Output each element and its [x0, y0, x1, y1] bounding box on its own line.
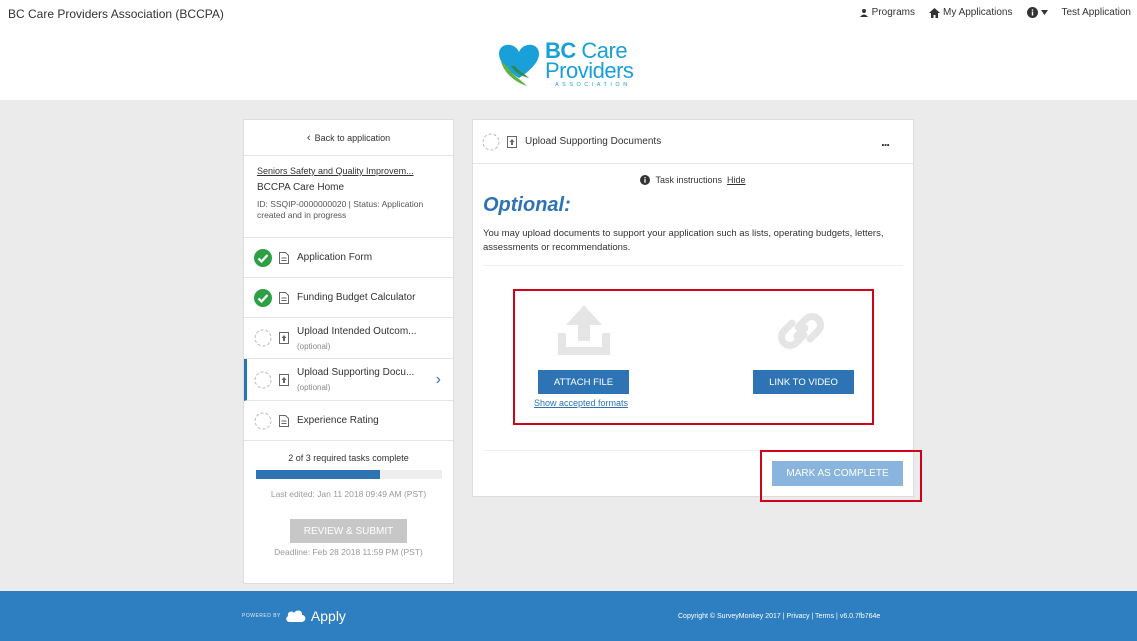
- powered-by-label: POWERED BY: [242, 613, 281, 619]
- upload-options-highlight: ATTACH FILE Show accepted formats LINK T…: [513, 289, 874, 425]
- application-info: Seniors Safety and Quality Improvem... B…: [244, 156, 453, 238]
- progress-area: 2 of 3 required tasks complete Last edit…: [244, 441, 453, 557]
- top-bar: BC Care Providers Association (BCCPA) Pr…: [0, 0, 1137, 100]
- task-label: Experience Rating: [297, 415, 379, 426]
- task-description: You may upload documents to support your…: [483, 228, 884, 253]
- task-application-form[interactable]: Application Form: [244, 238, 453, 278]
- task-upload-intended-outcomes[interactable]: Upload Intended Outcom... (optional): [244, 318, 453, 359]
- powered-by-apply[interactable]: POWERED BY Apply: [242, 608, 346, 624]
- document-icon: [279, 291, 289, 304]
- mark-as-complete-button[interactable]: MARK AS COMPLETE: [772, 461, 903, 486]
- account-link[interactable]: Test Application: [1062, 7, 1132, 18]
- info-icon: [1026, 7, 1038, 18]
- info-dropdown[interactable]: [1026, 7, 1048, 18]
- task-funding-budget-calculator[interactable]: Funding Budget Calculator: [244, 278, 453, 318]
- document-icon: [279, 414, 289, 427]
- heart-logo-icon: [499, 44, 539, 86]
- chevron-right-icon: ›: [435, 370, 441, 388]
- my-applications-label: My Applications: [943, 7, 1013, 18]
- progress-bar: [255, 470, 442, 479]
- task-experience-rating[interactable]: Experience Rating: [244, 401, 453, 441]
- more-options-icon[interactable]: ...: [881, 134, 890, 149]
- deadline: Deadline: Feb 28 2018 11:59 PM (PST): [274, 547, 423, 557]
- back-label: Back to application: [314, 132, 391, 143]
- progress-bar-fill: [255, 470, 380, 479]
- top-nav: Programs My Applications Test Applicatio…: [859, 7, 1131, 18]
- task-optional-label: (optional): [297, 341, 331, 351]
- upload-document-icon: [279, 332, 289, 344]
- footer: POWERED BY Apply Copyright © SurveyMonke…: [0, 591, 1137, 641]
- account-label: Test Application: [1061, 7, 1132, 18]
- program-link[interactable]: Seniors Safety and Quality Improvem...: [257, 166, 441, 176]
- task-label: Upload Intended Outcom...: [297, 325, 417, 337]
- task-instructions-label: Task instructions: [655, 175, 722, 185]
- progress-text: 2 of 3 required tasks complete: [288, 453, 409, 463]
- upload-document-icon: [279, 373, 289, 386]
- task-optional-label: (optional): [297, 383, 331, 392]
- document-icon: [279, 251, 289, 264]
- task-upload-supporting-documents[interactable]: Upload Supporting Docu... (optional) ›: [244, 359, 453, 401]
- show-accepted-formats-link[interactable]: Show accepted formats: [534, 398, 628, 408]
- task-sidebar: ‹ Back to application Seniors Safety and…: [243, 119, 454, 584]
- dashed-circle-icon: [254, 412, 272, 429]
- task-panel-header: Upload Supporting Documents ...: [473, 120, 913, 164]
- programs-link[interactable]: Programs: [859, 7, 915, 18]
- info-icon: [640, 175, 651, 185]
- bccpa-logo: BC Care Providers ASSOCIATION: [497, 40, 634, 89]
- dashed-circle-icon: [254, 371, 272, 388]
- attach-file-button[interactable]: ATTACH FILE: [538, 370, 629, 394]
- apply-brand: Apply: [310, 608, 346, 624]
- back-to-application-link[interactable]: ‹ Back to application: [244, 120, 453, 156]
- last-edited: Last edited: Jan 11 2018 09:49 AM (PST): [270, 489, 427, 499]
- task-panel-title: Upload Supporting Documents: [525, 136, 662, 147]
- task-panel: Upload Supporting Documents ... Task ins…: [472, 119, 914, 497]
- link-icon: [778, 313, 824, 349]
- check-circle-icon: [254, 288, 272, 307]
- hide-instructions-link[interactable]: Hide: [727, 175, 746, 185]
- link-to-video-button[interactable]: LINK TO VIDEO: [753, 370, 854, 394]
- home-icon: [929, 7, 941, 18]
- optional-heading: Optional:: [483, 194, 571, 216]
- task-label: Funding Budget Calculator: [297, 292, 416, 303]
- apply-cloud-icon: [286, 610, 306, 622]
- caret-down-icon: [1040, 10, 1048, 15]
- application-status: ID: SSQIP-0000000020 | Status: Applicati…: [257, 199, 424, 221]
- divider: [483, 264, 903, 266]
- task-label: Application Form: [297, 252, 373, 263]
- dashed-circle-icon: [482, 133, 500, 150]
- task-instructions: Task instructions Hide: [473, 175, 913, 185]
- chevron-left-icon: ‹: [306, 131, 311, 144]
- task-label: Upload Supporting Docu...: [297, 367, 415, 378]
- people-icon: [859, 8, 868, 17]
- dashed-circle-icon: [254, 329, 272, 347]
- application-name: BCCPA Care Home: [257, 182, 345, 193]
- my-applications-link[interactable]: My Applications: [929, 7, 1013, 18]
- programs-label: Programs: [871, 7, 916, 18]
- copyright-links[interactable]: Copyright © SurveyMonkey 2017 | Privacy …: [678, 613, 880, 620]
- logo-association: ASSOCIATION: [555, 82, 631, 88]
- org-name: BC Care Providers Association (BCCPA): [8, 7, 224, 21]
- review-submit-button[interactable]: REVIEW & SUBMIT: [290, 519, 407, 543]
- logo-providers: Providers: [545, 58, 634, 83]
- upload-document-icon: [507, 135, 517, 148]
- check-circle-icon: [254, 248, 272, 267]
- upload-icon: [558, 305, 610, 355]
